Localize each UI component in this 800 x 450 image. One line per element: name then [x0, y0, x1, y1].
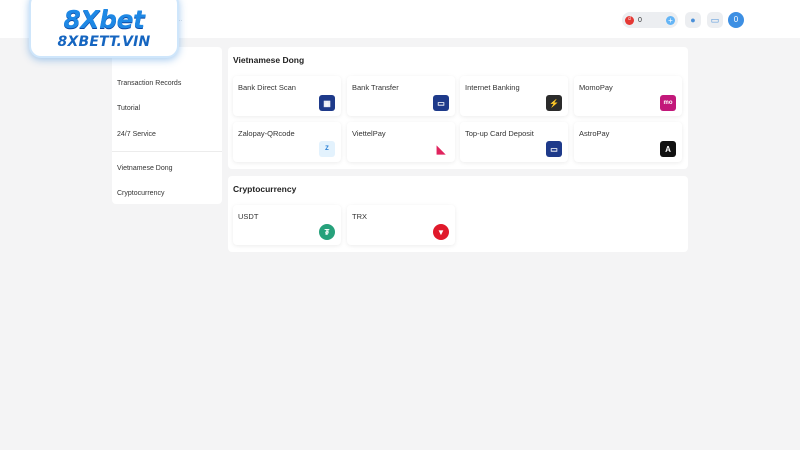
balance-pill[interactable]: ₫ 0 +: [622, 12, 678, 28]
method-topup-card[interactable]: Top-up Card Deposit ▭: [460, 122, 568, 162]
method-label: USDT: [238, 212, 259, 221]
balance-amount: 0: [638, 16, 642, 24]
zalopay-icon: Z: [319, 141, 335, 157]
logo[interactable]: 8Xbet 8XBETT.VIN: [29, 0, 179, 58]
sidebar-item-vietnamese-dong[interactable]: Vietnamese Dong: [117, 165, 173, 172]
vnd-section-title: Vietnamese Dong: [233, 55, 305, 65]
momo-icon: mo: [660, 95, 676, 111]
card-wallet-icon[interactable]: ▭: [707, 12, 723, 28]
sidebar-item-tutorial[interactable]: Tutorial: [117, 105, 140, 112]
logo-domain: 8XBETT.VIN: [57, 34, 151, 50]
method-usdt[interactable]: USDT ₮: [233, 205, 341, 245]
sidebar-item-service[interactable]: 24/7 Service: [117, 131, 156, 138]
method-bank-transfer[interactable]: Bank Transfer ▭: [347, 76, 455, 116]
logo-wordmark: 8Xbet: [63, 5, 145, 34]
method-trx[interactable]: TRX ▼: [347, 205, 455, 245]
method-bank-direct-scan[interactable]: Bank Direct Scan ▦: [233, 76, 341, 116]
sidebar: Transaction Records Tutorial 24/7 Servic…: [112, 47, 222, 204]
sidebar-divider: [112, 151, 222, 152]
method-viettelpay[interactable]: ViettelPay ◣: [347, 122, 455, 162]
method-label: AstroPay: [579, 129, 610, 138]
method-zalopay[interactable]: Zalopay-QRcode Z: [233, 122, 341, 162]
crypto-section: Cryptocurrency USDT ₮ TRX ▼: [228, 176, 688, 252]
sidebar-item-transaction-records[interactable]: Transaction Records: [117, 80, 181, 87]
vnd-section: Vietnamese Dong Bank Direct Scan ▦ Bank …: [228, 47, 688, 169]
astropay-icon: A: [660, 141, 676, 157]
method-label: Zalopay-QRcode: [238, 129, 295, 138]
bank-transfer-icon: ▭: [433, 95, 449, 111]
method-label: Internet Banking: [465, 83, 520, 92]
method-internet-banking[interactable]: Internet Banking ⚡: [460, 76, 568, 116]
method-label: Bank Transfer: [352, 83, 399, 92]
method-label: MomoPay: [579, 83, 613, 92]
method-label: TRX: [352, 212, 367, 221]
wallet-bag-icon[interactable]: ●: [685, 12, 701, 28]
bank-scan-icon: ▦: [319, 95, 335, 111]
avatar[interactable]: 0: [728, 12, 744, 28]
add-funds-icon[interactable]: +: [666, 15, 675, 25]
method-label: Bank Direct Scan: [238, 83, 296, 92]
card-icon: ▭: [546, 141, 562, 157]
method-momopay[interactable]: MomoPay mo: [574, 76, 682, 116]
viettelpay-icon: ◣: [433, 141, 449, 157]
method-label: ViettelPay: [352, 129, 386, 138]
coin-icon: ₫: [625, 15, 634, 25]
trx-icon: ▼: [433, 224, 449, 240]
internet-banking-icon: ⚡: [546, 95, 562, 111]
crypto-section-title: Cryptocurrency: [233, 184, 297, 194]
method-astropay[interactable]: AstroPay A: [574, 122, 682, 162]
sidebar-item-cryptocurrency[interactable]: Cryptocurrency: [117, 190, 164, 197]
method-label: Top-up Card Deposit: [465, 129, 534, 138]
usdt-icon: ₮: [319, 224, 335, 240]
